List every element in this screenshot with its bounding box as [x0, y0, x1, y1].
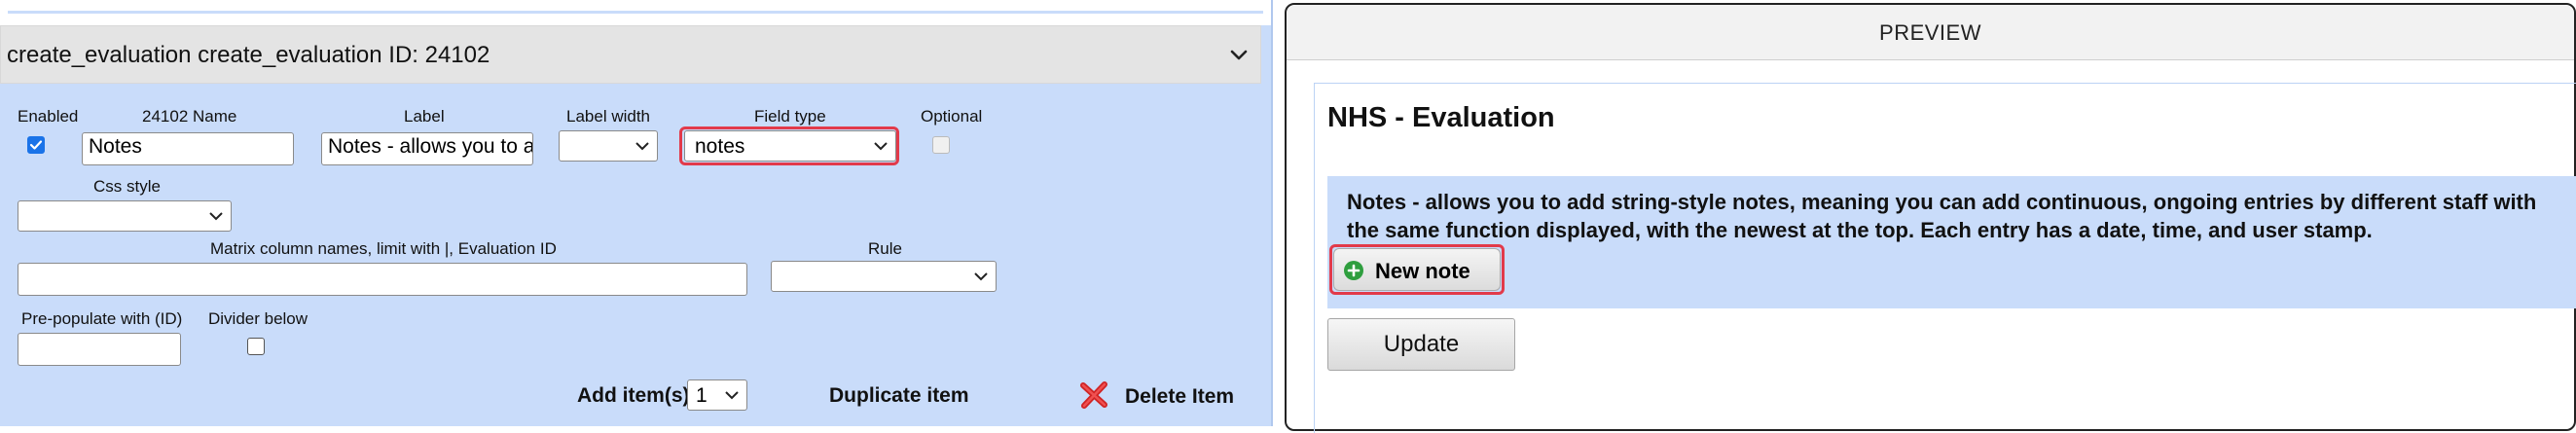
delete-item-button[interactable]: Delete Item: [1078, 379, 1234, 413]
notes-description: Notes - allows you to add string-style n…: [1347, 190, 2537, 242]
matrix-input[interactable]: [18, 263, 747, 296]
add-items-count: 1: [696, 384, 707, 407]
add-items-label: Add item(s): [577, 384, 690, 407]
add-items-select[interactable]: 1: [687, 379, 747, 411]
chevron-down-icon: [209, 212, 223, 221]
divider-checkbox[interactable]: [247, 338, 265, 355]
item-header[interactable]: create_evaluation create_evaluation ID: …: [0, 25, 1261, 84]
name-label: 24102 Name: [142, 107, 237, 126]
preview-panel: PREVIEW NHS - Evaluation Notes - allows …: [1285, 3, 2576, 433]
label-input[interactable]: Notes - allows you to a: [321, 132, 533, 165]
enabled-checkbox[interactable]: [27, 136, 45, 154]
label-label: Label: [404, 107, 445, 126]
item-title: create_evaluation create_evaluation ID: …: [7, 42, 490, 68]
name-input[interactable]: Notes: [82, 132, 294, 165]
css-style-select[interactable]: [18, 200, 232, 232]
delete-item-label: Delete Item: [1125, 385, 1235, 408]
new-note-highlight: [1329, 244, 1505, 295]
chevron-down-icon: [725, 391, 739, 400]
chevron-down-icon: [974, 272, 988, 281]
chevron-down-icon: [635, 142, 649, 151]
chevron-down-icon[interactable]: [1227, 44, 1251, 67]
matrix-label: Matrix column names, limit with |, Evalu…: [210, 239, 557, 258]
form-title: NHS - Evaluation: [1327, 102, 1555, 133]
rule-select[interactable]: [771, 261, 997, 292]
prepopulate-input[interactable]: [18, 333, 181, 366]
preview-header: PREVIEW: [1287, 5, 2574, 60]
prepopulate-label: Pre-populate with (ID): [21, 309, 183, 328]
field-type-highlight: [679, 126, 899, 165]
update-button[interactable]: Update: [1327, 318, 1515, 371]
label-width-label: Label width: [566, 107, 651, 126]
divider-label: Divider below: [208, 309, 308, 328]
delete-x-icon: [1080, 381, 1107, 409]
checkmark-icon: [29, 140, 43, 150]
css-style-label: Css style: [93, 177, 161, 196]
optional-checkbox[interactable]: [932, 136, 950, 154]
notes-field: Notes - allows you to add string-style n…: [1327, 176, 2576, 308]
label-width-select[interactable]: [559, 130, 658, 162]
enabled-label: Enabled: [18, 107, 79, 126]
duplicate-item-button[interactable]: Duplicate item: [829, 384, 969, 408]
optional-label: Optional: [921, 107, 983, 126]
field-type-label: Field type: [754, 107, 826, 126]
top-strip: [0, 0, 1271, 25]
top-divider: [8, 11, 1263, 14]
preview-title: PREVIEW: [1879, 20, 1981, 45]
rule-label: Rule: [868, 239, 902, 258]
item-editor-panel: create_evaluation create_evaluation ID: …: [0, 0, 1273, 426]
